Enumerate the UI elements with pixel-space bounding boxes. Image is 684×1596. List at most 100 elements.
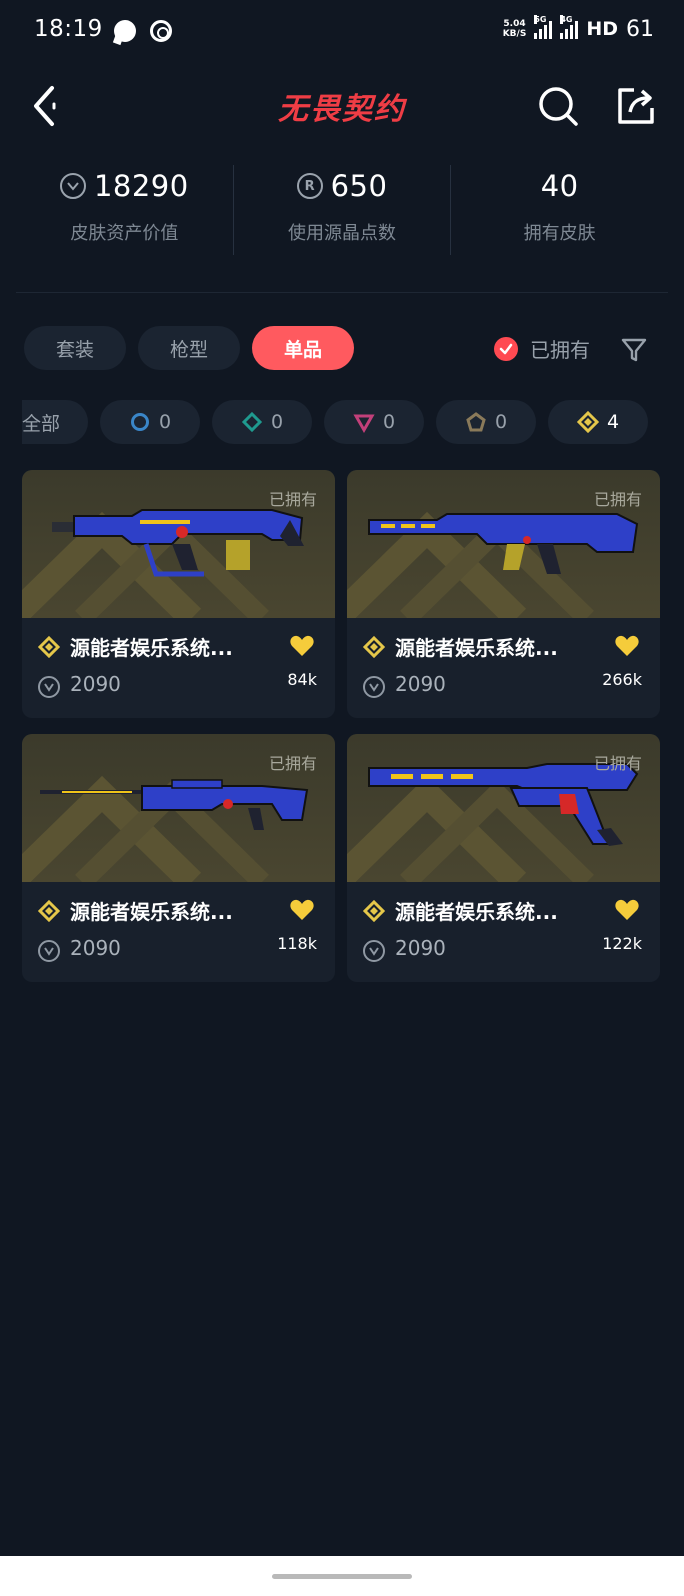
tier-filter-row: 全部 0 0 0 0 4 [22,400,662,444]
status-bar: 18:19 5.04 KB/S 5G 4G HD 61 [0,0,684,64]
home-indicator[interactable] [272,1574,412,1579]
signal-4g-icon: 4G [560,15,579,39]
exclusive-tier-icon [38,636,60,658]
skin-name: 源能者娱乐系统... [395,900,558,924]
tier-count: 0 [158,411,172,433]
stat-skin-value: 18290 皮肤资产价值 [16,165,233,255]
network-speed-value: 5.04 [503,19,526,29]
skin-price: 2090 [70,936,121,960]
hd-voice-icon: HD [586,18,618,40]
network-speed-unit: KB/S [502,29,527,39]
vp-currency-icon [363,676,385,698]
tier-filter-deluxe[interactable]: 0 [212,400,312,444]
stat-radianite-points: R 650 使用源晶点数 [232,165,451,255]
deluxe-tier-icon [241,411,263,433]
asset-stats: 18290 皮肤资产价值 R 650 使用源晶点数 40 拥有皮肤 [16,165,668,255]
heart-icon[interactable] [614,898,640,922]
vp-currency-icon [59,173,86,199]
skin-name: 源能者娱乐系统... [70,900,233,924]
signal-4g-label: 4G [560,15,573,24]
skin-price: 2090 [395,936,446,960]
stat-label: 使用源晶点数 [288,223,396,244]
tier-count: 0 [382,411,396,433]
heart-icon[interactable] [614,634,640,658]
tier-count: 4 [606,411,620,433]
status-right: 5.04 KB/S 5G 4G HD 61 [503,14,654,44]
skin-artwork: 已拥有 [347,470,660,618]
tier-count: 0 [270,411,284,433]
stat-value: 650 [330,169,388,203]
stat-value: 18290 [93,169,189,203]
skin-grid: 已拥有 源能者娱乐系统... 2090 84k 已拥有 源能者娱乐系统... 2… [22,470,662,982]
card-info: 源能者娱乐系统... 2090 266k [347,618,660,718]
tier-count: 0 [494,411,508,433]
share-icon[interactable] [614,84,658,128]
exclusive-tier-icon [38,900,60,922]
skin-price: 2090 [70,672,121,696]
skin-artwork: 已拥有 [22,470,335,618]
skin-artwork: 已拥有 [347,734,660,882]
tab-bundle[interactable]: 套装 [24,326,126,370]
skin-card[interactable]: 已拥有 源能者娱乐系统... 2090 266k [347,470,660,718]
owned-filter-label: 已拥有 [530,338,590,362]
like-count: 84k [287,670,317,689]
system-nav-bar [0,1556,684,1596]
stat-owned-skins: 40 拥有皮肤 [450,165,668,255]
skin-card[interactable]: 已拥有 源能者娱乐系统... 2090 118k [22,734,335,982]
search-icon[interactable] [536,84,580,128]
like-count: 122k [602,934,642,953]
card-info: 源能者娱乐系统... 2090 122k [347,882,660,982]
stat-label: 拥有皮肤 [523,223,596,244]
hotspot-icon [150,20,172,42]
category-tabs: 套装 枪型 单品 [24,326,354,370]
like-count: 118k [277,934,317,953]
network-speed: 5.04 KB/S [503,19,527,39]
stat-value: 40 [540,169,579,203]
tier-all-label: 全部 [22,412,61,435]
battery-level: 61 [626,16,654,42]
owned-tag: 已拥有 [593,490,642,509]
tier-filter-ultra[interactable]: 0 [436,400,536,444]
stat-label: 皮肤资产价值 [70,223,179,244]
signal-5g-label: 5G [534,15,547,24]
heart-icon[interactable] [289,898,315,922]
skin-name: 源能者娱乐系统... [395,636,558,660]
skin-name: 源能者娱乐系统... [70,636,233,660]
premium-tier-icon [353,414,375,433]
owned-tag: 已拥有 [268,490,317,509]
skin-price: 2090 [395,672,446,696]
check-icon [494,336,518,361]
app-header: 无畏契约 [0,64,684,144]
skin-artwork: 已拥有 [22,734,335,882]
tab-weapon-type[interactable]: 枪型 [138,326,240,370]
select-tier-icon [130,413,149,431]
tier-filter-all[interactable]: 全部 [22,400,88,444]
vp-currency-icon [363,940,385,962]
owned-tag: 已拥有 [593,754,642,773]
owned-tag: 已拥有 [268,754,317,773]
tier-filter-select[interactable]: 0 [100,400,200,444]
exclusive-tier-icon [363,636,385,658]
owned-filter-toggle[interactable]: 已拥有 [494,334,590,363]
tier-filter-premium[interactable]: 0 [324,400,424,444]
heart-icon[interactable] [289,634,315,658]
like-count: 266k [602,670,642,689]
chat-bubble-icon [114,20,136,42]
radianite-currency-icon: R [296,173,323,199]
skin-card[interactable]: 已拥有 源能者娱乐系统... 2090 122k [347,734,660,982]
app-logo: 无畏契约 [278,92,406,127]
filter-icon[interactable] [620,336,648,364]
status-time: 18:19 [34,16,103,42]
tab-single-item[interactable]: 单品 [252,326,354,370]
vp-currency-icon [38,676,60,698]
exclusive-tier-icon [363,900,385,922]
vp-currency-icon [38,940,60,962]
card-info: 源能者娱乐系统... 2090 84k [22,618,335,718]
divider [16,292,668,293]
skin-card[interactable]: 已拥有 源能者娱乐系统... 2090 84k [22,470,335,718]
card-info: 源能者娱乐系统... 2090 118k [22,882,335,982]
signal-5g-icon: 5G [534,15,553,39]
exclusive-tier-icon [576,411,599,433]
ultra-tier-icon [466,412,486,432]
tier-filter-exclusive[interactable]: 4 [548,400,648,444]
